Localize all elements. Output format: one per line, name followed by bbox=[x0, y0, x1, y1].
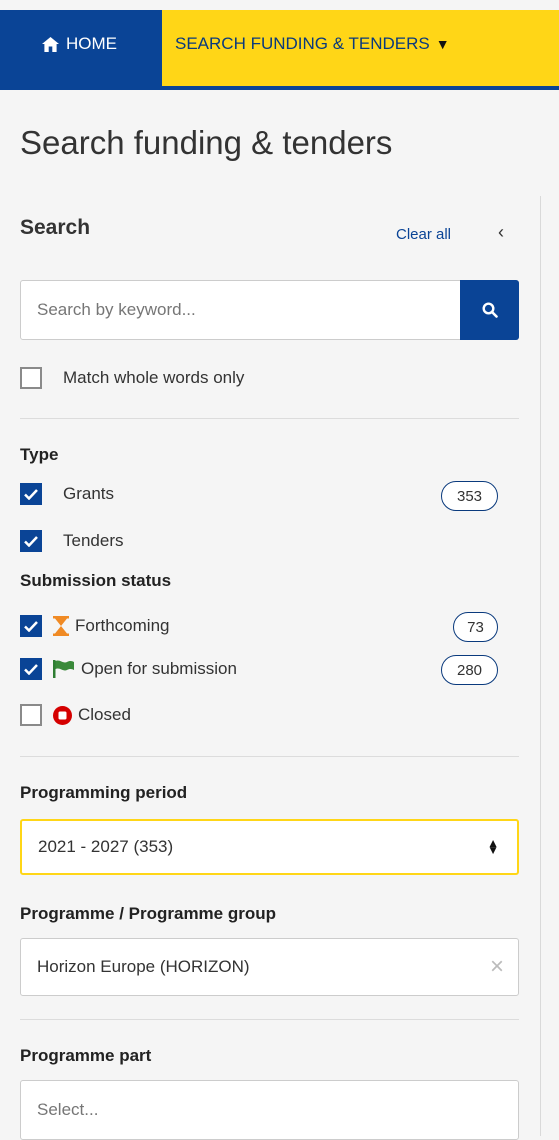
programming-period-value: 2021 - 2027 (353) bbox=[38, 837, 174, 856]
sidebar-divider bbox=[540, 196, 541, 1136]
tenders-label: Tenders bbox=[63, 531, 124, 550]
clear-all-link[interactable]: Clear all bbox=[396, 226, 451, 243]
select-arrows-icon: ▲ ▼ bbox=[487, 836, 499, 857]
nav-home-tab[interactable]: HOME bbox=[0, 10, 162, 88]
closed-checkbox[interactable] bbox=[20, 704, 42, 726]
home-icon bbox=[42, 36, 59, 52]
whole-words-label: Match whole words only bbox=[63, 368, 245, 387]
keyword-search-input[interactable] bbox=[21, 281, 461, 339]
programming-period-select[interactable]: 2021 - 2027 (353) ▲ ▼ bbox=[20, 819, 519, 875]
divider bbox=[20, 1019, 519, 1020]
nav-search-label: SEARCH FUNDING & TENDERS bbox=[175, 34, 430, 53]
programme-part-placeholder: Select... bbox=[37, 1100, 99, 1119]
forthcoming-label: Forthcoming bbox=[75, 616, 170, 635]
programming-period-heading: Programming period bbox=[20, 783, 188, 802]
whole-words-option[interactable]: Match whole words only bbox=[20, 367, 244, 389]
keyword-search-box bbox=[20, 280, 519, 340]
stop-icon bbox=[53, 705, 72, 725]
caret-down-icon: ▼ bbox=[435, 36, 450, 52]
open-count-badge: 280 bbox=[441, 655, 498, 685]
flag-icon bbox=[53, 660, 75, 678]
forthcoming-count-badge: 73 bbox=[453, 612, 498, 642]
search-button[interactable] bbox=[460, 280, 519, 340]
collapse-panel-icon[interactable]: ‹ bbox=[498, 222, 504, 243]
nav-underline bbox=[0, 86, 559, 90]
status-option-closed[interactable]: Closed bbox=[20, 704, 131, 726]
type-option-tenders[interactable]: Tenders bbox=[20, 530, 123, 552]
status-option-open[interactable]: Open for submission bbox=[20, 658, 237, 680]
submission-status-heading: Submission status bbox=[20, 571, 172, 590]
grants-count-badge: 353 bbox=[441, 481, 498, 511]
closed-label: Closed bbox=[78, 705, 131, 724]
programme-heading: Programme / Programme group bbox=[20, 904, 277, 923]
divider bbox=[20, 418, 519, 419]
programme-value: Horizon Europe (HORIZON) bbox=[37, 957, 250, 976]
programme-select[interactable]: Horizon Europe (HORIZON) × bbox=[20, 938, 519, 996]
nav-home-label: HOME bbox=[66, 34, 117, 53]
grants-label: Grants bbox=[63, 484, 115, 503]
hourglass-icon bbox=[53, 616, 69, 636]
open-checkbox[interactable] bbox=[20, 658, 42, 680]
tenders-checkbox[interactable] bbox=[20, 530, 42, 552]
search-heading: Search bbox=[20, 216, 91, 239]
whole-words-checkbox[interactable] bbox=[20, 367, 42, 389]
programme-part-heading: Programme part bbox=[20, 1046, 152, 1065]
forthcoming-checkbox[interactable] bbox=[20, 615, 42, 637]
type-option-grants[interactable]: Grants bbox=[20, 483, 114, 505]
grants-checkbox[interactable] bbox=[20, 483, 42, 505]
page-title: Search funding & tenders bbox=[20, 124, 393, 161]
status-option-forthcoming[interactable]: Forthcoming bbox=[20, 615, 169, 637]
clear-selection-icon[interactable]: × bbox=[490, 953, 504, 981]
nav-search-tab[interactable]: SEARCH FUNDING & TENDERS ▼ bbox=[162, 10, 559, 88]
open-label: Open for submission bbox=[81, 659, 237, 678]
search-icon bbox=[481, 302, 498, 318]
divider bbox=[20, 756, 519, 757]
top-navigation: HOME SEARCH FUNDING & TENDERS ▼ bbox=[0, 0, 559, 90]
programme-part-select[interactable]: Select... bbox=[20, 1080, 519, 1140]
type-heading: Type bbox=[20, 445, 59, 464]
